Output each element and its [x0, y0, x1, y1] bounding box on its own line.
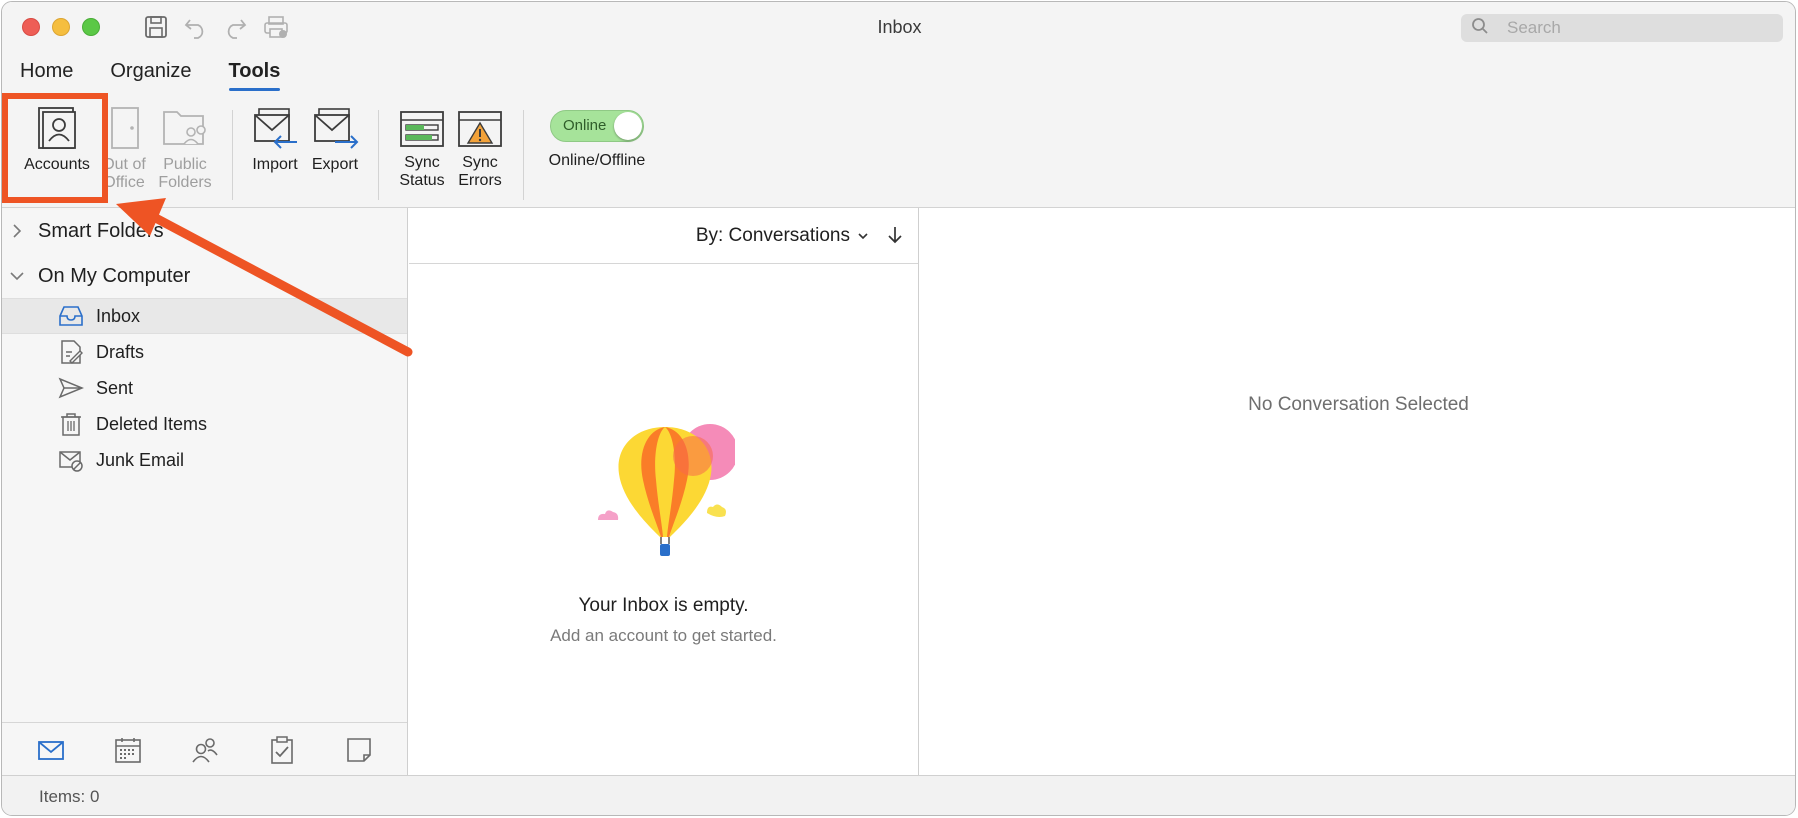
empty-inbox-title: Your Inbox is empty.: [578, 595, 749, 616]
folder-label: Sent: [96, 377, 134, 398]
online-state-label: Online: [563, 117, 607, 134]
export-button[interactable]: Export: [306, 106, 364, 174]
ribbon-divider: [523, 110, 524, 200]
folder-label: Deleted Items: [96, 413, 208, 434]
inbox-icon: [59, 306, 83, 326]
mail-icon[interactable]: [36, 735, 66, 765]
sort-label: By: Conversations: [695, 225, 850, 246]
chevron-down-icon: [10, 272, 24, 281]
sort-bar: By: Conversations: [409, 208, 918, 264]
import-icon: [254, 108, 297, 149]
calendar-icon[interactable]: [113, 735, 143, 765]
chevron-down-icon: [858, 233, 868, 240]
chevron-right-icon: [13, 224, 22, 238]
import-button[interactable]: Import: [246, 106, 304, 174]
sync-status-button[interactable]: Sync Status: [394, 106, 450, 190]
ribbon-tabs: Home Organize Tools: [20, 60, 317, 91]
folder-label: Drafts: [96, 341, 145, 362]
status-bar: Items: 0: [2, 775, 1795, 815]
group-label: Smart Folders: [38, 219, 164, 242]
outlook-window: Inbox Home Organize Tools Accounts: [1, 1, 1796, 816]
sort-by-dropdown[interactable]: By: Conversations: [696, 225, 870, 247]
public-folders-button[interactable]: Public Folders: [154, 106, 216, 192]
empty-inbox-subtitle: Add an account to get started.: [550, 626, 777, 645]
hot-air-balloon-illustration: [598, 424, 735, 556]
folder-sidebar: Smart Folders On My Computer Inbox Draft…: [2, 208, 408, 776]
accounts-highlight-box: [2, 93, 108, 203]
search-box[interactable]: [1461, 14, 1783, 42]
folder-deleted-items[interactable]: Deleted Items: [2, 406, 407, 442]
message-list-pane: By: Conversations Your Inbox is empty. A…: [409, 208, 919, 776]
export-icon: [314, 108, 359, 149]
group-label: On My Computer: [38, 264, 191, 287]
folder-sent[interactable]: Sent: [2, 370, 407, 406]
sync-errors-label-2: Errors: [458, 172, 502, 189]
sync-errors-icon: [458, 111, 502, 147]
tab-tools[interactable]: Tools: [228, 60, 280, 91]
sync-status-icon: [400, 111, 444, 147]
ribbon-divider: [232, 110, 233, 200]
tasks-icon[interactable]: [267, 735, 297, 765]
export-label: Export: [311, 156, 359, 173]
folder-label: Inbox: [96, 305, 141, 326]
trash-icon: [61, 413, 81, 436]
tab-organize[interactable]: Organize: [110, 60, 191, 91]
items-count: Items: 0: [39, 787, 100, 806]
online-offline-control: Online Online/Offline: [542, 110, 652, 170]
folder-junk-email[interactable]: Junk Email: [2, 442, 407, 478]
toolbar-area: Inbox Home Organize Tools Accounts: [2, 2, 1795, 208]
notes-icon[interactable]: [344, 735, 374, 765]
drafts-icon: [61, 340, 83, 364]
public-folders-label-2: Folders: [158, 174, 212, 191]
online-offline-label: Online/Offline: [548, 152, 646, 169]
sync-status-label-1: Sync: [404, 154, 440, 171]
sync-errors-label-1: Sync: [462, 154, 498, 171]
sync-errors-button[interactable]: Sync Errors: [452, 106, 508, 190]
group-on-my-computer[interactable]: On My Computer: [2, 258, 190, 294]
people-icon[interactable]: [190, 735, 220, 765]
online-toggle[interactable]: Online: [550, 110, 644, 142]
toggle-knob: [614, 112, 642, 140]
folder-label: Junk Email: [96, 449, 185, 470]
folder-drafts[interactable]: Drafts: [2, 334, 407, 370]
import-label: Import: [252, 156, 298, 173]
group-smart-folders[interactable]: Smart Folders: [2, 213, 164, 249]
folder-inbox[interactable]: Inbox: [2, 298, 407, 334]
search-input[interactable]: [1507, 18, 1747, 38]
sort-direction-icon[interactable]: [884, 224, 906, 246]
reading-pane: No Conversation Selected: [920, 208, 1795, 776]
ribbon-divider: [378, 110, 379, 200]
search-icon: [1471, 17, 1489, 40]
door-icon: [111, 107, 139, 149]
sync-status-label-2: Status: [399, 172, 445, 189]
sent-icon: [58, 377, 84, 399]
public-folders-icon: [163, 111, 206, 145]
public-folders-label-1: Public: [163, 156, 207, 173]
tab-home[interactable]: Home: [20, 60, 73, 91]
no-conversation-text: No Conversation Selected: [1248, 394, 1469, 415]
junk-icon: [59, 451, 83, 472]
module-switcher: [2, 722, 407, 776]
